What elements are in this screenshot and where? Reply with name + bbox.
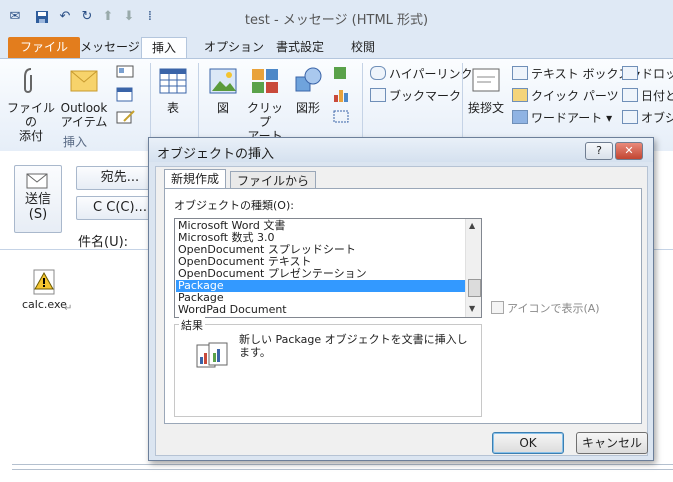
group-separator <box>198 63 199 145</box>
scroll-down-icon[interactable]: ▼ <box>469 304 475 313</box>
tab-insert[interactable]: 挿入 <box>141 37 188 59</box>
envelope-icon <box>70 70 98 92</box>
group-separator <box>150 63 151 145</box>
attach-file-button[interactable]: ファイルの 添付 <box>6 65 56 143</box>
tab-review[interactable]: 校閲 <box>341 37 385 58</box>
display-as-icon-label: アイコンで表示(A) <box>507 302 600 315</box>
wordart-label: ワードアート <box>531 111 603 125</box>
table-label: 表 <box>166 101 179 115</box>
outlook-item-label: Outlook アイテム <box>60 101 108 129</box>
object-button[interactable]: オブジェ <box>622 109 673 127</box>
subject-label: 件名(U): <box>78 235 129 250</box>
bottom-divider <box>12 464 673 465</box>
screenshot-icon[interactable] <box>332 109 352 128</box>
signature-icon[interactable] <box>116 109 138 128</box>
close-button[interactable]: ✕ <box>615 142 643 160</box>
shapes-button[interactable]: 図形 <box>288 65 328 115</box>
ribbon-tabs: ファイル メッセージ 挿入 オプション 書式設定 校閲 <box>0 34 673 59</box>
tab-options[interactable]: オプション <box>194 37 274 58</box>
calendar-icon[interactable] <box>116 87 134 106</box>
textbox-button[interactable]: テキスト ボックス ▾ <box>512 65 640 83</box>
textbox-label: テキスト ボックス <box>531 67 631 81</box>
quickparts-label: クイック パーツ <box>531 89 619 103</box>
hyperlink-label: ハイパーリンク <box>389 67 473 81</box>
greeting-button[interactable]: 挨拶文 <box>466 65 506 115</box>
result-text: 新しい Package オブジェクトを文書に挿入します。 <box>239 333 468 359</box>
help-button[interactable]: ? <box>585 142 613 160</box>
display-as-icon-checkbox[interactable] <box>491 301 504 314</box>
hyperlink-button[interactable]: ハイパーリンク <box>370 65 473 83</box>
send-button[interactable]: 送信 (S) <box>14 165 62 233</box>
insert-object-dialog: オブジェクトの挿入 ? ✕ 新規作成 ファイルから オブジェクトの種類(O): … <box>148 137 654 461</box>
quickparts-button[interactable]: クイック パーツ ▾ <box>512 87 628 105</box>
greeting-label: 挨拶文 <box>467 101 504 115</box>
wordart-icon <box>512 110 528 124</box>
display-as-icon-option[interactable]: アイコンで表示(A) <box>491 300 600 316</box>
smartart-icon[interactable] <box>332 65 350 84</box>
group-separator <box>462 63 463 145</box>
result-label: 結果 <box>179 317 205 333</box>
object-type-label: オブジェクトの種類(O): <box>174 199 294 212</box>
title-bar: ✉ ↶ ↻ ⬆ ⬇ ⁞ test - メッセージ (HTML 形式) <box>0 0 673 34</box>
window-title: test - メッセージ (HTML 形式) <box>244 13 429 28</box>
list-item[interactable]: WordPad Document <box>176 304 466 316</box>
group-separator <box>362 63 363 145</box>
bookmark-icon <box>370 88 386 102</box>
dropcap-label: ドロップ <box>641 67 673 81</box>
picture-label: 図 <box>216 101 229 115</box>
send-label: 送信 (S) <box>24 192 51 222</box>
tab-create-new[interactable]: 新規作成 <box>164 169 227 190</box>
tab-panel: オブジェクトの種類(O): Microsoft Word 文書 Microsof… <box>164 188 642 424</box>
paragraph-mark: ↵ <box>64 303 73 314</box>
picture-icon <box>209 68 237 94</box>
dropcap-icon <box>622 66 638 80</box>
group-insert-label: 挿入 <box>62 135 87 149</box>
datetime-label: 日付と <box>641 89 673 103</box>
chart-icon[interactable] <box>332 87 350 106</box>
dialog-body: 新規作成 ファイルから オブジェクトの種類(O): Microsoft Word… <box>155 166 648 456</box>
attachment-name[interactable]: calc.exe <box>22 298 67 311</box>
scroll-up-icon[interactable]: ▲ <box>469 221 475 230</box>
cancel-button[interactable]: キャンセル <box>576 432 648 454</box>
package-icon <box>195 341 231 374</box>
object-icon <box>622 110 638 124</box>
shapes-label: 図形 <box>295 101 320 115</box>
shapes-icon <box>295 67 322 92</box>
tab-message[interactable]: メッセージ <box>70 37 150 58</box>
quickparts-icon <box>512 88 528 102</box>
tab-format[interactable]: 書式設定 <box>266 37 334 58</box>
paperclip-icon <box>24 68 32 93</box>
bottom-divider <box>12 469 673 470</box>
table-button[interactable]: 表 <box>156 65 190 115</box>
textbox-icon <box>512 66 528 80</box>
table-icon <box>159 68 187 94</box>
clipart-icon <box>252 69 278 93</box>
greeting-icon <box>472 68 500 92</box>
dialog-title: オブジェクトの挿入 <box>157 147 275 162</box>
wordart-button[interactable]: ワードアート ▾ <box>512 109 612 127</box>
dropcap-button[interactable]: ドロップ <box>622 65 673 83</box>
clipart-button[interactable]: クリップ アート <box>244 65 286 143</box>
bookmark-label: ブックマーク <box>389 89 462 103</box>
hyperlink-icon <box>370 66 386 80</box>
dialog-title-bar[interactable]: オブジェクトの挿入 ? ✕ <box>149 138 653 162</box>
outlook-item-button[interactable]: Outlook アイテム <box>58 65 110 129</box>
bookmark-button[interactable]: ブックマーク <box>370 87 461 105</box>
picture-button[interactable]: 図 <box>204 65 242 115</box>
business-card-icon[interactable] <box>116 65 138 82</box>
list-scrollbar[interactable]: ▲ ▼ <box>465 219 481 317</box>
send-envelope-icon <box>26 173 48 189</box>
datetime-button[interactable]: 日付と <box>622 87 673 105</box>
ok-button[interactable]: OK <box>492 432 564 454</box>
object-label: オブジェ <box>641 111 673 125</box>
exe-warning-icon[interactable] <box>33 269 55 298</box>
object-type-list[interactable]: Microsoft Word 文書 Microsoft 数式 3.0 OpenD… <box>174 218 482 318</box>
datetime-icon <box>622 88 638 102</box>
scroll-thumb[interactable] <box>468 279 481 297</box>
